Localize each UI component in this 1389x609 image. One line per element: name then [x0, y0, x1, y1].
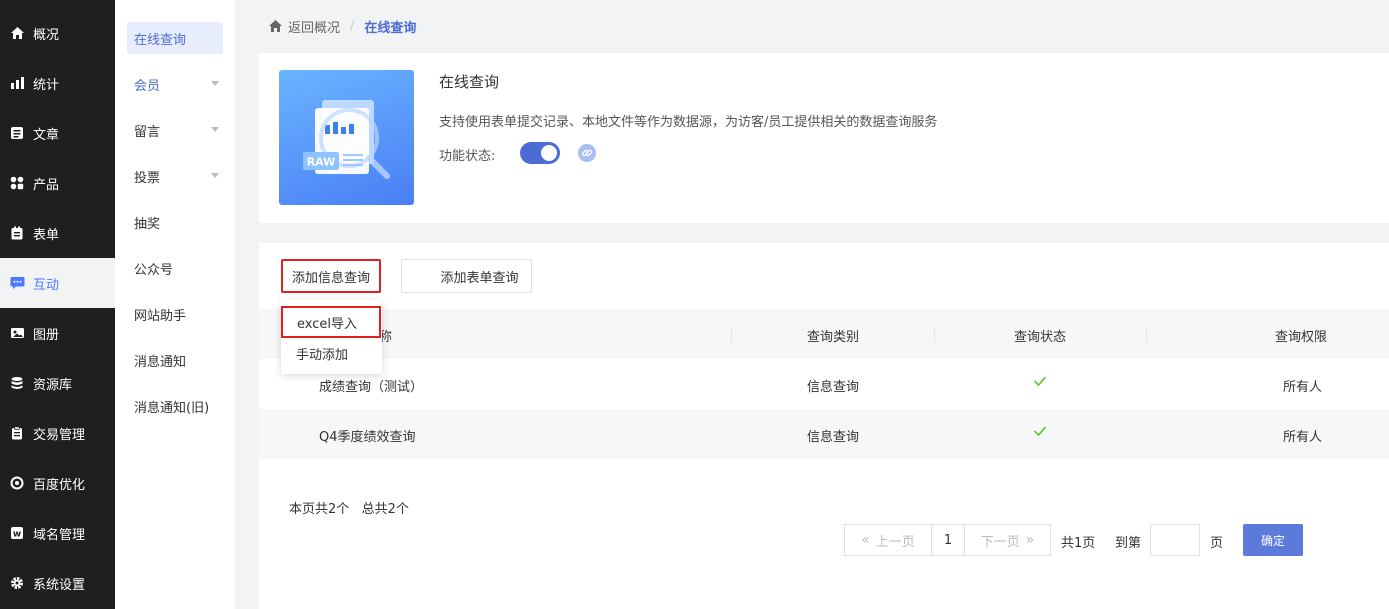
- form-icon: [9, 225, 25, 241]
- nav-item-resources[interactable]: 资源库: [0, 358, 115, 408]
- table-row[interactable]: Q4季度绩效查询 信息查询 所有人: [259, 409, 1389, 459]
- grid-icon: [9, 175, 25, 191]
- nav-item-stats[interactable]: 统计: [0, 58, 115, 108]
- subnav-item-message[interactable]: 留言: [127, 114, 223, 146]
- clipboard-icon: [9, 425, 25, 441]
- nav-item-interaction[interactable]: 互动: [0, 258, 115, 308]
- feature-status-toggle[interactable]: [520, 142, 560, 164]
- feature-thumbnail: RAW: [279, 70, 414, 205]
- nav-item-products[interactable]: 产品: [0, 158, 115, 208]
- row-name: 成绩查询（测试）: [319, 380, 424, 395]
- breadcrumb: 返回概况 / 在线查询: [268, 16, 416, 36]
- manual-add-option[interactable]: 手动添加: [281, 338, 382, 368]
- target-icon: [9, 475, 25, 491]
- nav-item-domain[interactable]: w 域名管理: [0, 508, 115, 558]
- check-icon: [1033, 425, 1047, 441]
- breadcrumb-back-link[interactable]: 返回概况: [288, 17, 340, 36]
- subnav-item-member[interactable]: 会员: [127, 68, 223, 100]
- feature-description: 支持使用表单提交记录、本地文件等作为数据源，为访客/员工提供相关的数据查询服务: [439, 115, 938, 130]
- subnav-item-lottery[interactable]: 抽奖: [127, 206, 223, 238]
- svg-text:RAW: RAW: [307, 156, 336, 169]
- chevron-down-icon: [211, 81, 219, 86]
- subnav-item-notification[interactable]: 消息通知: [127, 344, 223, 376]
- chevron-down-icon: [211, 173, 219, 178]
- column-divider: [934, 326, 935, 342]
- goto-label: 到第: [1115, 536, 1142, 551]
- gear-icon: [9, 575, 25, 591]
- row-name: Q4季度绩效查询: [319, 430, 416, 445]
- list-summary: 本页共2个 总共2个: [289, 502, 409, 517]
- feature-title: 在线查询: [439, 73, 500, 91]
- home-icon: [268, 19, 283, 33]
- column-header-status: 查询状态: [1014, 330, 1067, 345]
- feature-card: RAW 在线查询 支持使用表单提交记录、本地文件等作为数据源，为访客/员工提供相…: [259, 53, 1389, 223]
- nav-item-seo[interactable]: 百度优化: [0, 458, 115, 508]
- breadcrumb-separator: /: [350, 18, 355, 34]
- database-icon: [9, 375, 25, 391]
- excel-import-option[interactable]: excel导入: [281, 306, 381, 338]
- subnav-item-notification-old[interactable]: 消息通知(旧): [127, 390, 223, 422]
- column-header-type: 查询类别: [807, 330, 860, 345]
- column-divider: [731, 326, 732, 342]
- column-header-permission: 查询权限: [1275, 330, 1328, 345]
- subnav-item-official-account[interactable]: 公众号: [127, 252, 223, 284]
- double-chevron-right-icon: »: [1025, 532, 1035, 548]
- breadcrumb-current: 在线查询: [364, 20, 417, 36]
- home-icon: [9, 25, 25, 41]
- row-type: 信息查询: [807, 430, 860, 445]
- subnav-item-site-assistant[interactable]: 网站助手: [127, 298, 223, 330]
- nav-item-articles[interactable]: 文章: [0, 108, 115, 158]
- page-number-button[interactable]: 1: [931, 524, 965, 556]
- column-divider: [1146, 326, 1147, 342]
- chat-icon: [9, 275, 25, 291]
- album-icon: [9, 325, 25, 341]
- domain-icon: w: [9, 525, 25, 541]
- nav-item-overview[interactable]: 概况: [0, 8, 115, 58]
- nav-item-settings[interactable]: 系统设置: [0, 558, 115, 608]
- nav-item-trade[interactable]: 交易管理: [0, 408, 115, 458]
- double-chevron-left-icon: «: [861, 532, 870, 548]
- prev-page-button[interactable]: « 上一页: [844, 524, 932, 556]
- subnav-item-online-query[interactable]: 在线查询: [127, 22, 223, 54]
- chart-icon: [9, 75, 25, 91]
- chevron-down-icon: [211, 127, 219, 132]
- table-row[interactable]: 成绩查询（测试） 信息查询 所有人: [259, 359, 1389, 409]
- next-page-button[interactable]: 下一页 »: [964, 524, 1051, 556]
- main-sidebar: 概况 统计 文章 产品 表单 互动 图册 资源库 交易管理 百度优化 w 域名管…: [0, 0, 115, 609]
- row-permission: 所有人: [1283, 380, 1323, 395]
- add-form-query-button[interactable]: 添加表单查询: [401, 259, 532, 293]
- svg-text:w: w: [13, 530, 21, 540]
- total-pages-label: 共1页: [1061, 536, 1096, 551]
- page-jump-input[interactable]: [1150, 524, 1200, 556]
- article-icon: [9, 125, 25, 141]
- row-permission: 所有人: [1283, 430, 1323, 445]
- link-icon[interactable]: [578, 144, 596, 162]
- add-info-dropdown-menu: excel导入 手动添加: [281, 300, 382, 374]
- check-icon: [1033, 375, 1047, 391]
- sub-sidebar: 在线查询 会员 留言 投票 抽奖 公众号 网站助手 消息通知 消息通知(旧): [115, 0, 235, 609]
- confirm-jump-button[interactable]: 确定: [1243, 524, 1303, 556]
- page-unit-label: 页: [1210, 536, 1224, 551]
- subnav-item-vote[interactable]: 投票: [127, 160, 223, 192]
- feature-status-label: 功能状态:: [439, 149, 496, 164]
- nav-item-album[interactable]: 图册: [0, 308, 115, 358]
- row-type: 信息查询: [807, 380, 860, 395]
- table-header: 称 查询类别 查询状态 查询权限: [259, 309, 1389, 359]
- add-info-query-button[interactable]: 添加信息查询: [281, 259, 381, 293]
- nav-item-forms[interactable]: 表单: [0, 208, 115, 258]
- toggle-knob: [541, 145, 557, 161]
